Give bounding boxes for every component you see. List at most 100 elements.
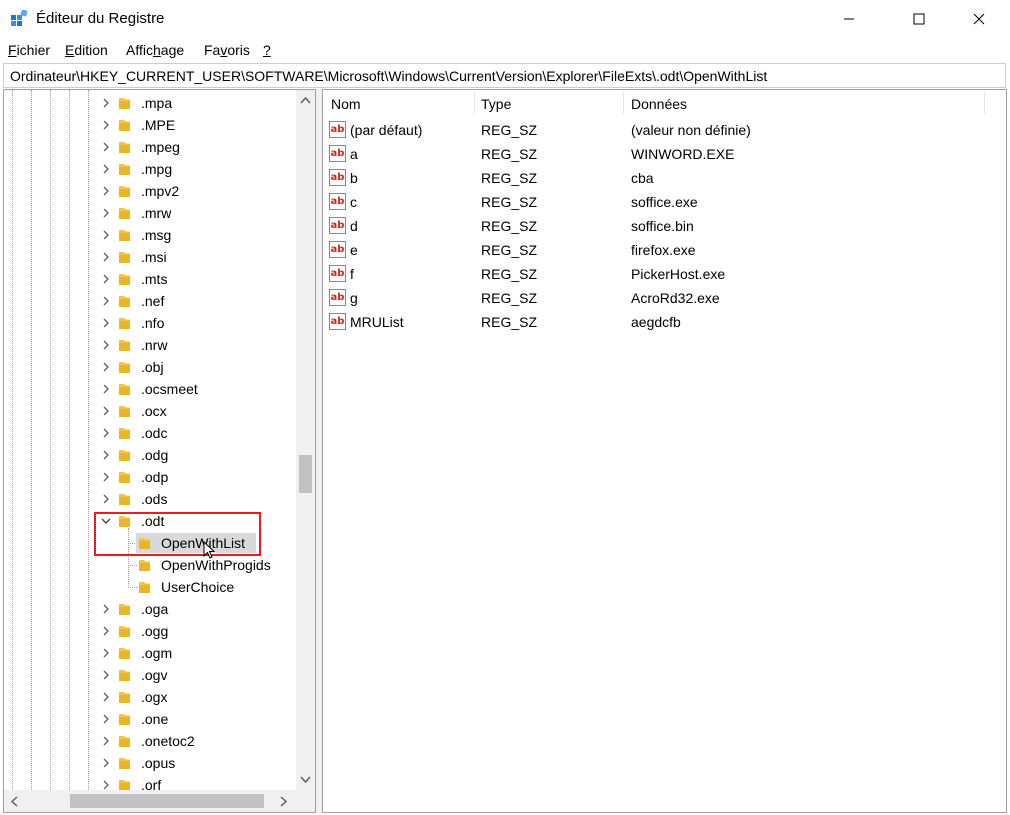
- chevron-right-icon[interactable]: [100, 229, 112, 241]
- menu-fichier[interactable]: Fichier: [8, 42, 50, 58]
- chevron-right-icon[interactable]: [100, 273, 112, 285]
- address-bar[interactable]: Ordinateur\HKEY_CURRENT_USER\SOFTWARE\Mi…: [3, 63, 1006, 88]
- chevron-right-icon[interactable]: [100, 97, 112, 109]
- value-name: c: [350, 194, 357, 210]
- tree-horizontal-scrollbar[interactable]: [4, 790, 296, 812]
- chevron-right-icon[interactable]: [100, 735, 112, 747]
- highlight-annotation: [94, 512, 261, 556]
- value-row[interactable]: ab a REG_SZ WINWORD.EXE: [323, 142, 1006, 166]
- chevron-right-icon[interactable]: [100, 383, 112, 395]
- tree-key[interactable]: .odc: [4, 422, 296, 444]
- chevron-right-icon[interactable]: [100, 185, 112, 197]
- tree-vertical-scroll-thumb[interactable]: [299, 455, 312, 493]
- tree-key[interactable]: .mrw: [4, 202, 296, 224]
- value-row[interactable]: ab f REG_SZ PickerHost.exe: [323, 262, 1006, 286]
- chevron-right-icon[interactable]: [100, 361, 112, 373]
- chevron-right-icon[interactable]: [100, 691, 112, 703]
- tree-key[interactable]: .obj: [4, 356, 296, 378]
- maximize-button[interactable]: [896, 0, 942, 38]
- chevron-right-icon[interactable]: [100, 603, 112, 615]
- tree-vertical-scrollbar[interactable]: [296, 90, 315, 790]
- menu-edition[interactable]: Edition: [65, 42, 108, 58]
- tree-connector: [128, 565, 137, 566]
- tree-key[interactable]: .ods: [4, 488, 296, 510]
- tree-child-key[interactable]: OpenWithProgids: [4, 554, 296, 576]
- tree-key[interactable]: .oga: [4, 598, 296, 620]
- string-value-icon: ab: [329, 265, 346, 282]
- chevron-right-icon[interactable]: [100, 471, 112, 483]
- chevron-right-icon[interactable]: [100, 625, 112, 637]
- values-list[interactable]: Nom Type Données ab (par défaut) REG_SZ (va…: [322, 89, 1007, 813]
- column-separator[interactable]: [984, 92, 985, 114]
- tree-key[interactable]: .mpv2: [4, 180, 296, 202]
- chevron-right-icon[interactable]: [100, 119, 112, 131]
- tree-key[interactable]: .mpeg: [4, 136, 296, 158]
- chevron-right-icon[interactable]: [100, 207, 112, 219]
- scroll-up-icon[interactable]: [300, 96, 311, 104]
- value-row[interactable]: ab b REG_SZ cba: [323, 166, 1006, 190]
- tree-key[interactable]: .one: [4, 708, 296, 730]
- value-row[interactable]: ab (par défaut) REG_SZ (valeur non définie): [323, 118, 1006, 142]
- tree-key[interactable]: .msg: [4, 224, 296, 246]
- chevron-right-icon[interactable]: [100, 163, 112, 175]
- chevron-right-icon[interactable]: [100, 317, 112, 329]
- tree-key[interactable]: .mpg: [4, 158, 296, 180]
- tree-key[interactable]: .nfo: [4, 312, 296, 334]
- chevron-right-icon[interactable]: [100, 339, 112, 351]
- scroll-right-icon[interactable]: [280, 796, 288, 807]
- tree-key[interactable]: .msi: [4, 246, 296, 268]
- tree-key[interactable]: .odp: [4, 466, 296, 488]
- tree-key[interactable]: .onetoc2: [4, 730, 296, 752]
- column-separator[interactable]: [474, 92, 475, 114]
- key-tree[interactable]: .mpa .MPE .mpeg .mpg .mpv2 .mrw .msg .msi .mts .n…: [3, 89, 316, 813]
- tree-key[interactable]: .ogg: [4, 620, 296, 642]
- scroll-down-icon[interactable]: [300, 776, 311, 784]
- folder-icon: [119, 736, 130, 747]
- tree-key[interactable]: .ocx: [4, 400, 296, 422]
- tree-key[interactable]: .mpa: [4, 92, 296, 114]
- tree-key[interactable]: .ogm: [4, 642, 296, 664]
- minimize-button[interactable]: [826, 0, 872, 38]
- tree-key[interactable]: .nrw: [4, 334, 296, 356]
- chevron-right-icon[interactable]: [100, 251, 112, 263]
- menu-help[interactable]: ?: [263, 42, 271, 58]
- tree-key[interactable]: .odg: [4, 444, 296, 466]
- chevron-right-icon[interactable]: [100, 669, 112, 681]
- value-row[interactable]: ab e REG_SZ firefox.exe: [323, 238, 1006, 262]
- tree-key[interactable]: .mts: [4, 268, 296, 290]
- chevron-right-icon[interactable]: [100, 757, 112, 769]
- menu-affichage[interactable]: Affichage: [126, 42, 184, 58]
- chevron-right-icon[interactable]: [100, 647, 112, 659]
- tree-key[interactable]: .ogx: [4, 686, 296, 708]
- value-row[interactable]: ab g REG_SZ AcroRd32.exe: [323, 286, 1006, 310]
- chevron-right-icon[interactable]: [100, 493, 112, 505]
- tree-key[interactable]: .ocsmeet: [4, 378, 296, 400]
- tree-child-key[interactable]: UserChoice: [4, 576, 296, 598]
- folder-icon: [119, 428, 130, 439]
- value-row[interactable]: ab d REG_SZ soffice.bin: [323, 214, 1006, 238]
- chevron-right-icon[interactable]: [100, 405, 112, 417]
- chevron-right-icon[interactable]: [100, 713, 112, 725]
- value-name: (par défaut): [350, 122, 423, 138]
- folder-icon: [119, 450, 130, 461]
- value-row[interactable]: ab MRUList REG_SZ aegdcfb: [323, 310, 1006, 334]
- chevron-right-icon[interactable]: [100, 295, 112, 307]
- tree-key-label: .ocsmeet: [141, 381, 198, 397]
- close-button[interactable]: [956, 0, 1002, 38]
- chevron-right-icon[interactable]: [100, 427, 112, 439]
- menu-favoris[interactable]: Favoris: [204, 42, 250, 58]
- tree-key[interactable]: .nef: [4, 290, 296, 312]
- tree-key-label: OpenWithProgids: [161, 557, 271, 573]
- tree-key[interactable]: .MPE: [4, 114, 296, 136]
- folder-icon: [119, 472, 130, 483]
- tree-horizontal-scroll-thumb[interactable]: [70, 794, 264, 808]
- value-row[interactable]: ab c REG_SZ soffice.exe: [323, 190, 1006, 214]
- column-separator[interactable]: [623, 92, 624, 114]
- value-name: MRUList: [350, 314, 404, 330]
- tree-key[interactable]: .opus: [4, 752, 296, 774]
- tree-key[interactable]: .ogv: [4, 664, 296, 686]
- chevron-right-icon[interactable]: [100, 141, 112, 153]
- scroll-left-icon[interactable]: [10, 796, 18, 807]
- string-value-icon: ab: [329, 145, 346, 162]
- chevron-right-icon[interactable]: [100, 449, 112, 461]
